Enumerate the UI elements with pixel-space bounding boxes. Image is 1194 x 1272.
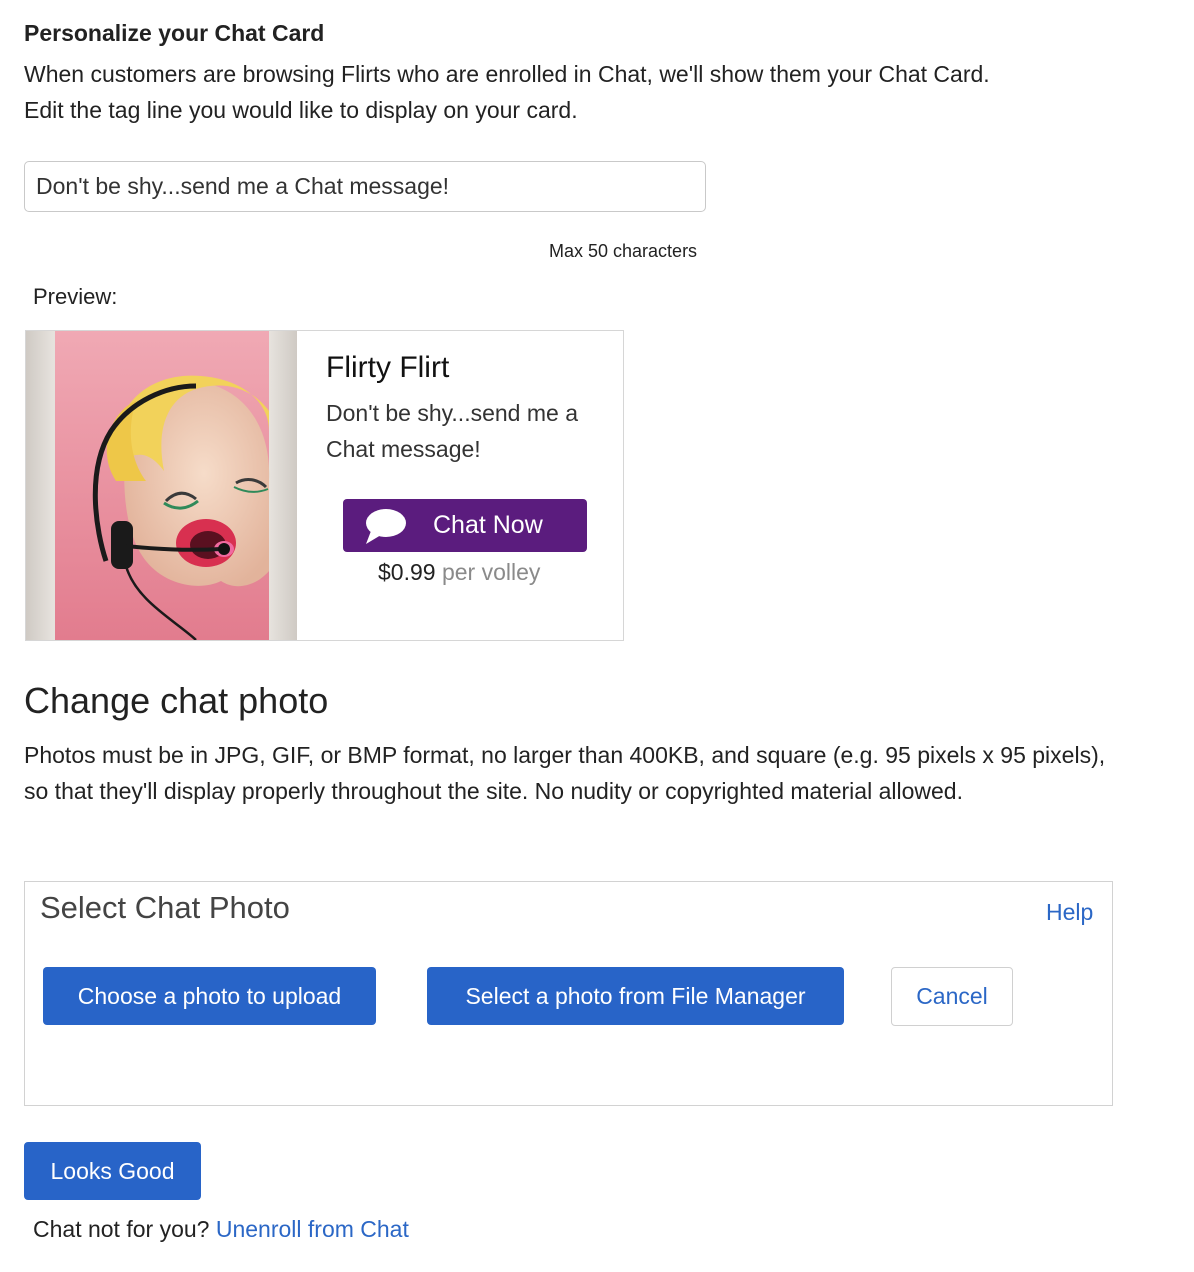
chat-card-description-line2: Edit the tag line you would like to disp… [24,97,578,123]
preview-label: Preview: [33,284,118,309]
price-value: $0.99 [378,559,436,585]
unenroll-prompt: Chat not for you? [33,1216,210,1242]
select-from-file-manager-button[interactable]: Select a photo from File Manager [427,967,844,1025]
chat-now-label: Chat Now [433,511,543,539]
chat-now-button[interactable]: Chat Now [343,499,587,552]
price-line: $0.99 per volley [378,559,540,586]
card-name: Flirty Flirt [326,351,450,384]
chat-card-heading: Personalize your Chat Card [24,20,325,46]
unenroll-link[interactable]: Unenroll from Chat [216,1216,409,1242]
profile-photo-image [55,331,270,640]
price-unit: per volley [441,559,541,585]
max-characters-note: Max 50 characters [549,241,698,261]
choose-photo-upload-button[interactable]: Choose a photo to upload [43,967,376,1025]
chat-card-photo [26,331,297,640]
chat-card-preview: Flirty Flirt Don't be shy...send me a Ch… [25,330,624,641]
cancel-button[interactable]: Cancel [891,967,1013,1026]
looks-good-button[interactable]: Looks Good [24,1142,201,1200]
speech-bubble-icon [366,508,406,544]
change-photo-heading: Change chat photo [24,680,329,721]
help-link[interactable]: Help [1046,899,1093,926]
select-chat-photo-title: Select Chat Photo [40,890,290,925]
select-chat-photo-panel: Select Chat Photo Help Choose a photo to… [24,881,1113,1106]
card-tagline: Don't be shy...send me a Chat message! [326,400,578,462]
change-photo-description: Photos must be in JPG, GIF, or BMP forma… [24,742,1106,804]
unenroll-line: Chat not for you? Unenroll from Chat [33,1216,409,1243]
tagline-input[interactable] [24,161,706,212]
chat-card-description: When customers are browsing Flirts who a… [24,56,1144,128]
chat-card-description-line1: When customers are browsing Flirts who a… [24,61,990,87]
